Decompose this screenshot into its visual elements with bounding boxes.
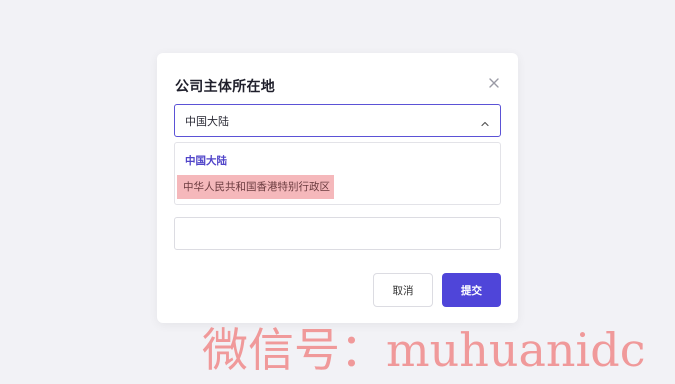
watermark-text: 微信号：muhuanidc	[202, 323, 646, 377]
chevron-up-icon	[479, 115, 491, 127]
dialog-title: 公司主体所在地	[175, 79, 276, 95]
option-mainland-china[interactable]: 中国大陆	[185, 153, 227, 168]
option-hong-kong[interactable]: 中华人民共和国香港特别行政区	[177, 175, 334, 199]
company-location-dialog: 公司主体所在地 中国大陆 中国大陆 中华人民共和国香港特别行政区 取消 提交	[157, 53, 518, 323]
location-dropdown: 中国大陆 中华人民共和国香港特别行政区	[174, 142, 501, 205]
cancel-button[interactable]: 取消	[373, 273, 433, 307]
close-icon[interactable]	[487, 75, 501, 89]
select-value: 中国大陆	[185, 115, 229, 128]
location-select[interactable]: 中国大陆	[174, 104, 501, 137]
submit-button[interactable]: 提交	[442, 273, 501, 307]
text-input[interactable]	[174, 217, 501, 250]
